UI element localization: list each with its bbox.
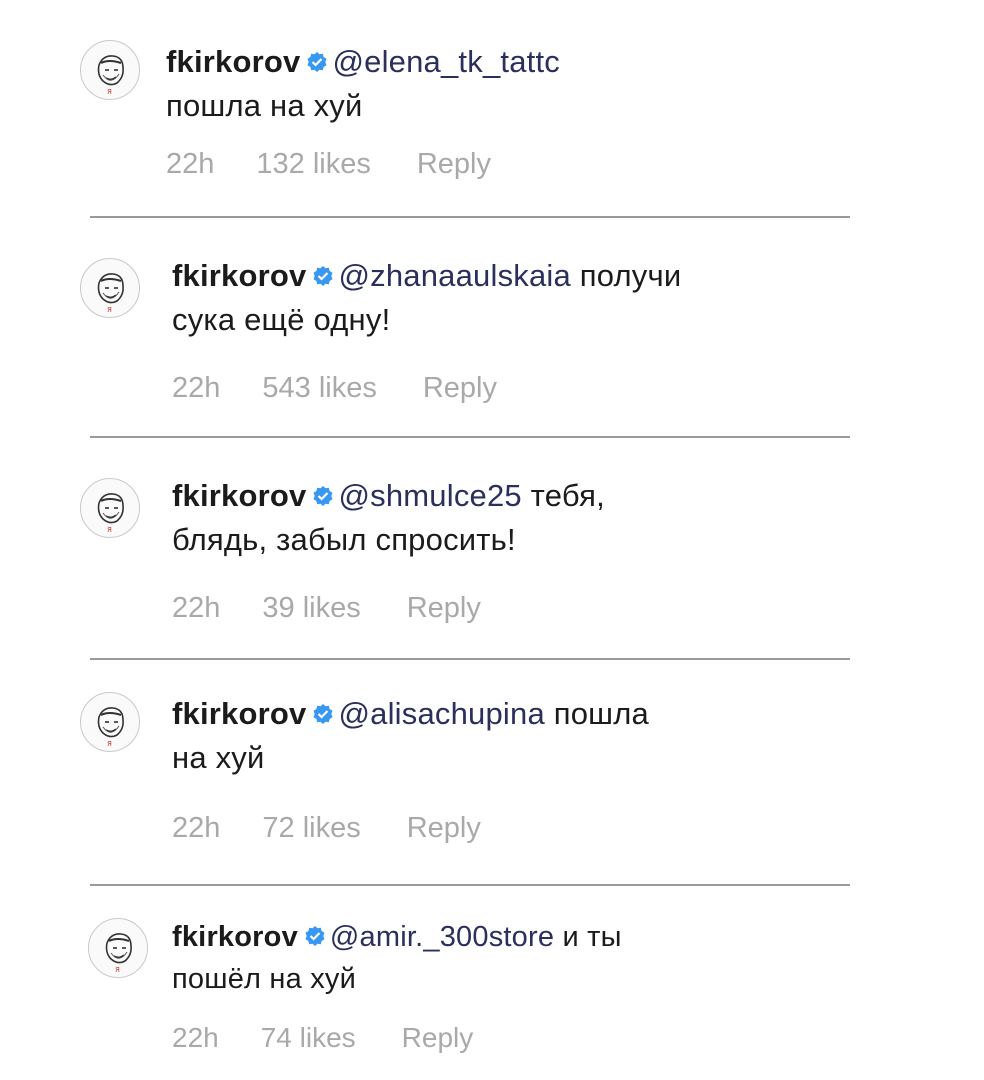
mention-link[interactable]: @alisachupina [338,696,544,731]
comment-text-line2: сука ещё одну! [172,302,391,337]
username[interactable]: fkirkorov [172,696,306,731]
timestamp: 22h [172,812,221,844]
likes-count[interactable]: 72 likes [262,812,360,845]
comment-text: fkirkorov @zhanaaulskaia получи сука ещё … [172,254,681,342]
likes-count[interactable]: 39 likes [262,592,360,625]
username[interactable]: fkirkorov [172,921,298,953]
avatar-sketch-icon: Я [97,493,124,534]
comment-text: fkirkorov @elena_tk_tattc пошла на хуй [166,40,560,128]
comment-text-line2: блядь, забыл спросить! [172,522,516,557]
divider [90,436,850,438]
comment-text: fkirkorov @alisachupina пошла на хуй [172,692,649,780]
comment-text-line2: пошёл на хуй [172,963,357,995]
comment-meta: 22h 132 likes Reply [166,148,491,181]
reply-button[interactable]: Reply [407,592,481,625]
comment-meta: 22h 543 likes Reply [172,372,497,405]
svg-text:Я: Я [107,740,112,748]
mention-link[interactable]: @shmulce25 [338,478,521,513]
mention-link[interactable]: @amir._300store [330,921,554,953]
verified-badge-icon [312,485,334,507]
likes-count[interactable]: 132 likes [256,148,370,181]
reply-button[interactable]: Reply [407,812,481,845]
avatar-sketch-icon: Я [105,933,132,974]
comment-text-line1: получи [570,258,682,293]
avatar[interactable]: Я [80,40,140,100]
timestamp: 22h [172,1022,219,1053]
comment-meta: 22h 39 likes Reply [172,592,481,625]
comment-text-line2: на хуй [172,740,265,775]
avatar[interactable]: Я [80,478,140,538]
comment-text-line1: тебя, [521,478,605,513]
divider [90,884,850,886]
verified-badge-icon [304,925,326,947]
comment-meta: 22h 74 likes Reply [172,1022,473,1054]
svg-text:Я: Я [107,526,112,534]
username[interactable]: fkirkorov [172,478,306,513]
username[interactable]: fkirkorov [166,44,300,79]
divider [90,216,850,218]
timestamp: 22h [166,148,215,180]
divider [90,658,850,660]
likes-count[interactable]: 74 likes [261,1022,356,1054]
comment-meta: 22h 72 likes Reply [172,812,481,845]
svg-text:Я: Я [115,966,120,974]
avatar-sketch-icon: Я [97,273,124,314]
comment-text: fkirkorov @amir._300store и ты пошёл на х… [172,916,622,1000]
avatar[interactable]: Я [80,692,140,752]
comment-text: fkirkorov @shmulce25 тебя, блядь, забыл с… [172,474,605,562]
svg-text:Я: Я [107,306,112,314]
reply-button[interactable]: Reply [402,1022,474,1054]
mention-link[interactable]: @elena_tk_tattc [332,44,560,79]
verified-badge-icon [312,703,334,725]
svg-text:Я: Я [107,88,112,96]
avatar[interactable]: Я [88,918,148,978]
timestamp: 22h [172,592,221,624]
reply-button[interactable]: Reply [417,148,491,181]
avatar[interactable]: Я [80,258,140,318]
comment-text-line1: и ты [554,921,622,953]
reply-button[interactable]: Reply [423,372,497,405]
timestamp: 22h [172,372,221,404]
mention-link[interactable]: @zhanaaulskaia [338,258,570,293]
avatar-sketch-icon: Я [97,55,124,96]
likes-count[interactable]: 543 likes [262,372,376,405]
comment-text-line1: пошла [544,696,649,731]
verified-badge-icon [312,265,334,287]
username[interactable]: fkirkorov [172,258,306,293]
avatar-sketch-icon: Я [97,707,124,748]
comment-text-line2: пошла на хуй [166,88,363,123]
verified-badge-icon [306,51,328,73]
